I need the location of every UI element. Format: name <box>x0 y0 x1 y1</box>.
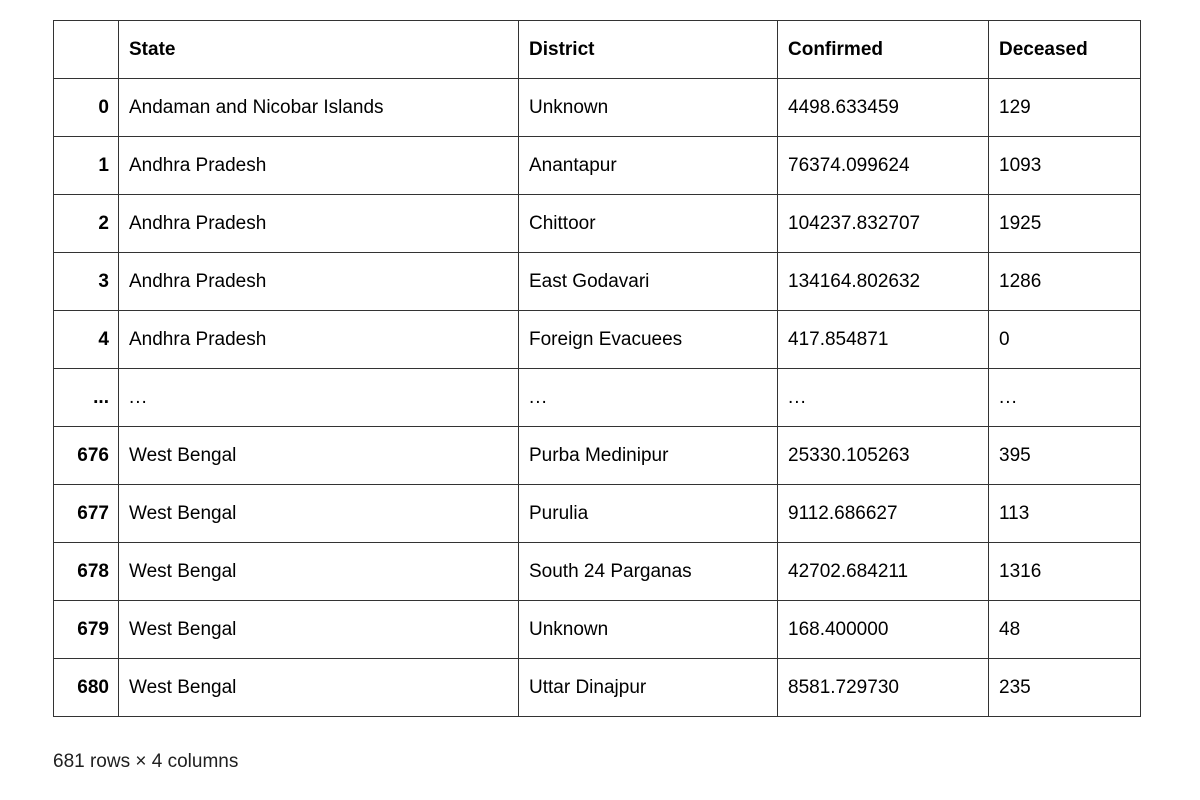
cell-confirmed: 76374.099624 <box>777 136 989 195</box>
cell-district: Purba Medinipur <box>518 426 778 485</box>
table-row: 2 Andhra Pradesh Chittoor 104237.832707 1925 <box>53 194 1141 253</box>
table-row: 677 West Bengal Purulia 9112.686627 113 <box>53 484 1141 543</box>
cell-deceased: 235 <box>988 658 1141 717</box>
row-index-cell: 1 <box>53 136 119 195</box>
cell-district: Unknown <box>518 78 778 137</box>
table-row: 4 Andhra Pradesh Foreign Evacuees 417.85487… <box>53 310 1141 369</box>
table-row: ............... <box>53 368 1141 427</box>
table-row: 678 West Bengal South 24 Parganas 42702.684… <box>53 542 1141 601</box>
cell-district: Purulia <box>518 484 778 543</box>
dataframe-shape-caption: 681 rows × 4 columns <box>53 751 239 772</box>
column-header-index <box>53 20 119 79</box>
column-header-state: State <box>118 20 519 79</box>
cell-deceased: 395 <box>988 426 1141 485</box>
row-index-cell: 680 <box>53 658 119 717</box>
cell-confirmed: 8581.729730 <box>777 658 989 717</box>
cell-confirmed: 134164.802632 <box>777 252 989 311</box>
cell-district: Uttar Dinajpur <box>518 658 778 717</box>
column-header-deceased: Deceased <box>988 20 1141 79</box>
cell-state: West Bengal <box>118 658 519 717</box>
cell-confirmed: 417.854871 <box>777 310 989 369</box>
dataframe-table-container: State District Confirmed Deceased 0 Andam… <box>53 20 1141 717</box>
dataframe-output: State District Confirmed Deceased 0 Andam… <box>0 0 1200 800</box>
row-index-cell: 677 <box>53 484 119 543</box>
cell-confirmed: 4498.633459 <box>777 78 989 137</box>
cell-state: Andhra Pradesh <box>118 310 519 369</box>
cell-confirmed: 104237.832707 <box>777 194 989 253</box>
cell-district: South 24 Parganas <box>518 542 778 601</box>
cell-deceased: 1093 <box>988 136 1141 195</box>
cell-state: West Bengal <box>118 426 519 485</box>
table-header-row: State District Confirmed Deceased <box>53 20 1141 79</box>
cell-state: Andaman and Nicobar Islands <box>118 78 519 137</box>
cell-state: West Bengal <box>118 484 519 543</box>
row-index-cell: 0 <box>53 78 119 137</box>
table-row: 1 Andhra Pradesh Anantapur 76374.099624 1093 <box>53 136 1141 195</box>
row-index-cell: 3 <box>53 252 119 311</box>
cell-state: Andhra Pradesh <box>118 136 519 195</box>
cell-deceased: 113 <box>988 484 1141 543</box>
cell-confirmed: ... <box>777 368 989 427</box>
cell-confirmed: 42702.684211 <box>777 542 989 601</box>
cell-state: West Bengal <box>118 542 519 601</box>
cell-district: East Godavari <box>518 252 778 311</box>
cell-deceased: 1286 <box>988 252 1141 311</box>
cell-deceased: 1925 <box>988 194 1141 253</box>
cell-confirmed: 9112.686627 <box>777 484 989 543</box>
cell-state: Andhra Pradesh <box>118 194 519 253</box>
table-row: 679 West Bengal Unknown 168.400000 48 <box>53 600 1141 659</box>
cell-deceased: 48 <box>988 600 1141 659</box>
cell-deceased: ... <box>988 368 1141 427</box>
row-index-cell: ... <box>53 368 119 427</box>
row-index-cell: 4 <box>53 310 119 369</box>
dataframe-table: State District Confirmed Deceased 0 Andam… <box>53 20 1141 717</box>
column-header-district: District <box>518 20 778 79</box>
row-index-cell: 678 <box>53 542 119 601</box>
table-body: 0 Andaman and Nicobar Islands Unknown 4498.… <box>53 78 1141 717</box>
table-row: 0 Andaman and Nicobar Islands Unknown 4498.… <box>53 78 1141 137</box>
row-index-cell: 676 <box>53 426 119 485</box>
cell-deceased: 129 <box>988 78 1141 137</box>
row-index-cell: 679 <box>53 600 119 659</box>
cell-deceased: 1316 <box>988 542 1141 601</box>
cell-district: Anantapur <box>518 136 778 195</box>
cell-state: West Bengal <box>118 600 519 659</box>
column-header-confirmed: Confirmed <box>777 20 989 79</box>
cell-district: ... <box>518 368 778 427</box>
cell-deceased: 0 <box>988 310 1141 369</box>
cell-district: Foreign Evacuees <box>518 310 778 369</box>
table-row: 3 Andhra Pradesh East Godavari 134164.80263… <box>53 252 1141 311</box>
table-header: State District Confirmed Deceased <box>53 20 1141 79</box>
table-row: 676 West Bengal Purba Medinipur 25330.10526… <box>53 426 1141 485</box>
cell-district: Unknown <box>518 600 778 659</box>
cell-confirmed: 25330.105263 <box>777 426 989 485</box>
cell-state: ... <box>118 368 519 427</box>
row-index-cell: 2 <box>53 194 119 253</box>
cell-state: Andhra Pradesh <box>118 252 519 311</box>
cell-district: Chittoor <box>518 194 778 253</box>
cell-confirmed: 168.400000 <box>777 600 989 659</box>
table-row: 680 West Bengal Uttar Dinajpur 8581.729730 2… <box>53 658 1141 717</box>
